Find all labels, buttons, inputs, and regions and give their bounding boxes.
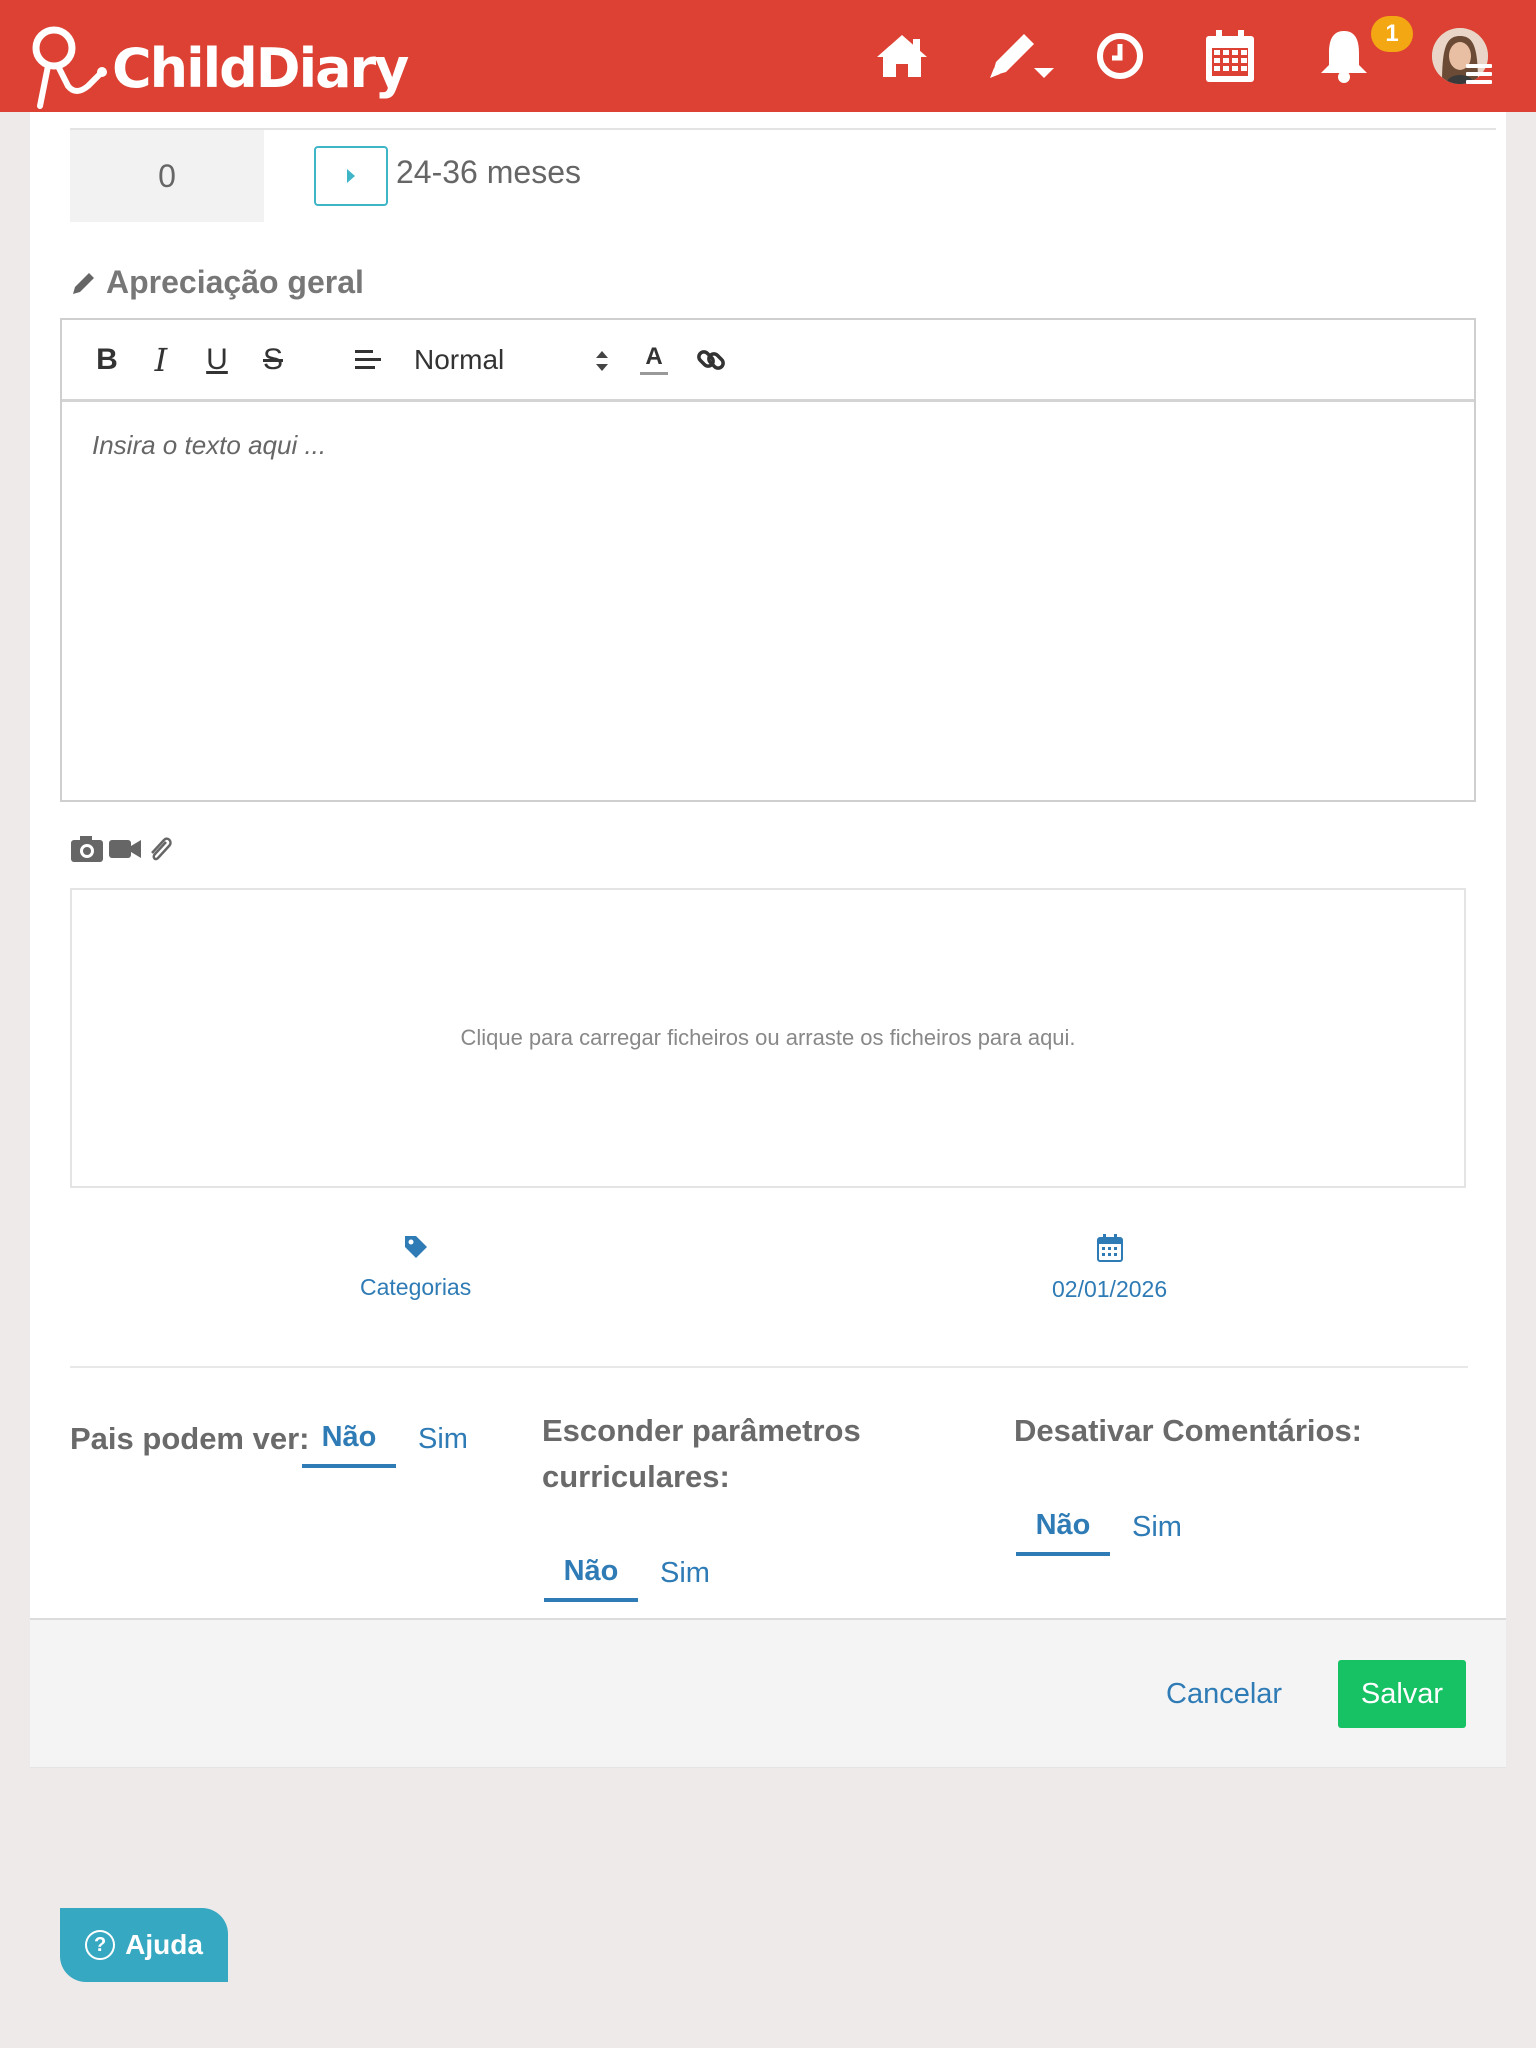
editor-toolbar: B I U S Normal A bbox=[62, 320, 1474, 402]
date-button[interactable]: 02/01/2026 bbox=[1052, 1234, 1167, 1303]
media-toolbar bbox=[70, 834, 174, 864]
parents-no-option[interactable]: Não bbox=[302, 1410, 396, 1468]
categories-label: Categorias bbox=[360, 1274, 472, 1300]
underline-button[interactable]: U bbox=[202, 338, 232, 382]
notification-badge: 1 bbox=[1371, 16, 1413, 52]
clock-icon[interactable] bbox=[1094, 24, 1146, 88]
strikethrough-button[interactable]: S bbox=[258, 338, 288, 382]
help-button[interactable]: ? Ajuda bbox=[60, 1908, 228, 1982]
help-label: Ajuda bbox=[125, 1929, 203, 1960]
link-button[interactable] bbox=[694, 338, 728, 382]
format-select[interactable]: Normal bbox=[414, 338, 504, 382]
text-color-button[interactable]: A bbox=[638, 338, 670, 382]
calendar-icon bbox=[1096, 1234, 1123, 1262]
caret-right-icon bbox=[347, 169, 355, 183]
top-navbar: ChildDiary 1 bbox=[0, 0, 1536, 112]
menu-icon[interactable] bbox=[1466, 64, 1492, 88]
parents-yes-option[interactable]: Sim bbox=[396, 1410, 490, 1468]
childdiary-logo[interactable]: ChildDiary bbox=[28, 26, 409, 110]
date-label: 02/01/2026 bbox=[1052, 1276, 1168, 1302]
disable-comments-yes-option[interactable]: Sim bbox=[1110, 1498, 1204, 1556]
age-range-label: 24-36 meses bbox=[396, 154, 581, 190]
align-button[interactable] bbox=[352, 338, 384, 382]
file-dropzone[interactable]: Clique para carregar ficheiros ou arrast… bbox=[70, 888, 1466, 1188]
editor-placeholder[interactable]: Insira o texto aqui ... bbox=[92, 430, 326, 461]
logo-mark-icon bbox=[32, 26, 107, 109]
section-title-text: Apreciação geral bbox=[106, 264, 364, 300]
align-left-icon bbox=[355, 350, 381, 369]
score-cell: 0 bbox=[70, 130, 264, 222]
card-actions bbox=[30, 1620, 1506, 1768]
categories-button[interactable]: Categorias bbox=[360, 1234, 471, 1301]
hide-params-label: Esconder parâmetros curriculares: bbox=[542, 1408, 861, 1500]
brand-name: ChildDiary bbox=[112, 36, 409, 100]
link-icon bbox=[697, 350, 725, 370]
parents-can-see-label: Pais podem ver: bbox=[70, 1421, 310, 1456]
color-underline bbox=[640, 372, 668, 375]
video-icon[interactable] bbox=[108, 834, 142, 864]
pencil-icon bbox=[73, 272, 94, 294]
tag-icon bbox=[404, 1236, 427, 1258]
expand-age-button[interactable] bbox=[314, 146, 388, 206]
help-icon: ? bbox=[85, 1930, 116, 1960]
dropzone-hint: Clique para carregar ficheiros ou arrast… bbox=[460, 1025, 1076, 1050]
rich-text-editor: B I U S Normal A Insira o texto aqui ... bbox=[60, 318, 1476, 802]
entry-card: 0 24-36 meses Apreciação geral B I U S N… bbox=[30, 112, 1506, 1620]
hide-params-label-line1: Esconder parâmetros bbox=[542, 1413, 861, 1448]
calendar-icon[interactable] bbox=[1200, 24, 1260, 88]
disable-comments-label: Desativar Comentários: bbox=[1014, 1413, 1363, 1448]
hide-params-yes-option[interactable]: Sim bbox=[638, 1544, 732, 1602]
bell-icon[interactable] bbox=[1316, 24, 1372, 88]
disable-comments-toggle: Não Sim bbox=[1016, 1498, 1204, 1558]
bold-button[interactable]: B bbox=[92, 338, 122, 382]
paperclip-icon[interactable] bbox=[146, 834, 174, 864]
cancel-button[interactable]: Cancelar bbox=[1166, 1660, 1282, 1728]
section-title: Apreciação geral bbox=[70, 264, 364, 301]
save-button[interactable]: Salvar bbox=[1338, 1660, 1466, 1728]
italic-button[interactable]: I bbox=[146, 338, 176, 382]
hide-params-toggle: Não Sim bbox=[544, 1544, 732, 1604]
hide-params-label-line2: curriculares: bbox=[542, 1459, 730, 1494]
select-arrows-icon bbox=[596, 351, 608, 371]
text-color-label: A bbox=[645, 343, 663, 370]
camera-icon[interactable] bbox=[70, 834, 104, 864]
table-rule bbox=[294, 128, 1496, 130]
pencil-icon[interactable] bbox=[986, 24, 1058, 88]
disable-comments-no-option[interactable]: Não bbox=[1016, 1498, 1110, 1556]
section-divider bbox=[70, 1366, 1468, 1368]
home-icon[interactable] bbox=[874, 24, 930, 88]
hide-params-no-option[interactable]: Não bbox=[544, 1544, 638, 1602]
parents-can-see-toggle: Não Sim bbox=[302, 1410, 490, 1470]
